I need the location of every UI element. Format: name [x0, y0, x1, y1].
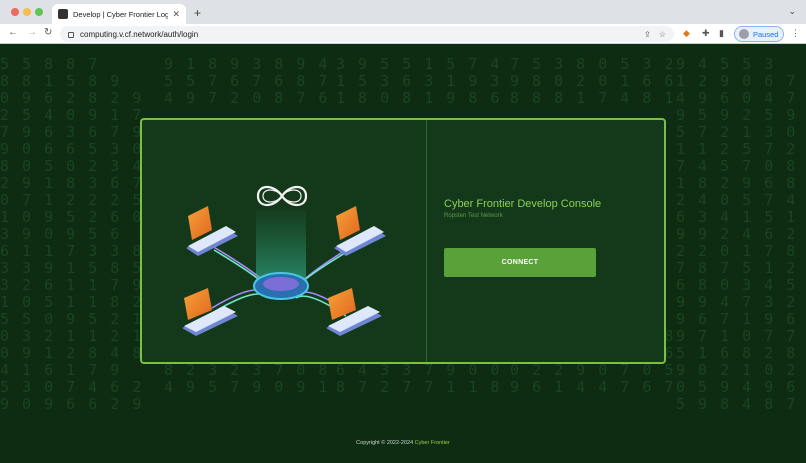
bookmark-star-icon[interactable]: ☆	[659, 30, 666, 39]
profile-status-label: Paused	[753, 29, 779, 39]
copyright-text: Copyright © 2022-2024	[356, 440, 414, 446]
browser-tab[interactable]: Develop | Cyber Frontier Login ✕	[52, 4, 186, 24]
network-illustration-panel	[142, 120, 427, 362]
profile-button[interactable]: Paused	[734, 26, 784, 42]
metamask-fox-icon[interactable]: ◆	[683, 28, 690, 39]
back-icon[interactable]: ←	[8, 27, 18, 38]
footer: Copyright © 2022-2024 Cyber Frontier	[0, 440, 806, 446]
login-card: Cyber Frontier Develop Console Ropsten T…	[140, 118, 666, 364]
connect-button[interactable]: CONNECT	[444, 248, 596, 277]
laptop-bottom-right	[326, 288, 382, 336]
console-title: Cyber Frontier Develop Console	[444, 198, 602, 210]
network-illustration	[182, 185, 386, 336]
tab-search-icon[interactable]: ⌄	[788, 6, 796, 17]
network-subtitle: Ropsten Test Network	[444, 213, 503, 219]
light-beam	[256, 210, 306, 280]
avatar	[739, 29, 749, 39]
lock-icon[interactable]	[68, 32, 74, 38]
matrix-digits-column: 9 4 5 5 3 1 2 9 0 6 7 4 9 6 0 4 7 7 9 5 …	[676, 55, 798, 413]
maximize-window-icon[interactable]	[35, 8, 43, 16]
side-panel-icon[interactable]: ▮	[719, 28, 724, 39]
laptop-top-left	[186, 206, 238, 256]
favicon-icon	[58, 9, 68, 19]
login-page: 5 5 8 8 7 8 8 1 5 8 9 0 9 6 2 8 2 9 2 5 …	[0, 44, 806, 463]
laptop-top-right	[334, 206, 386, 256]
infinity-logo-icon	[256, 185, 308, 207]
share-icon[interactable]: ⇪	[644, 30, 651, 39]
browser-toolbar: ← → ↻ computing.v.cf.network/auth/login …	[0, 24, 806, 44]
extensions-puzzle-icon[interactable]: ✚	[702, 28, 710, 39]
browser-menu-icon[interactable]: ⋮	[791, 28, 800, 39]
url-text[interactable]: computing.v.cf.network/auth/login	[80, 30, 636, 39]
tab-close-icon[interactable]: ✕	[172, 9, 180, 20]
new-tab-icon[interactable]: +	[194, 6, 201, 20]
forward-icon[interactable]: →	[27, 27, 37, 38]
address-bar[interactable]: computing.v.cf.network/auth/login ⇪ ☆	[60, 26, 674, 42]
laptop-bottom-left	[182, 288, 238, 336]
minimize-window-icon[interactable]	[23, 8, 31, 16]
browser-tab-bar: Develop | Cyber Frontier Login ✕ + ⌄	[0, 0, 806, 24]
tab-title: Develop | Cyber Frontier Login	[73, 9, 169, 19]
footer-link[interactable]: Cyber Frontier	[415, 440, 450, 446]
reload-icon[interactable]: ↻	[44, 27, 52, 38]
central-hub	[253, 272, 309, 300]
close-window-icon[interactable]	[11, 8, 19, 16]
connect-panel: Cyber Frontier Develop Console Ropsten T…	[428, 120, 664, 362]
